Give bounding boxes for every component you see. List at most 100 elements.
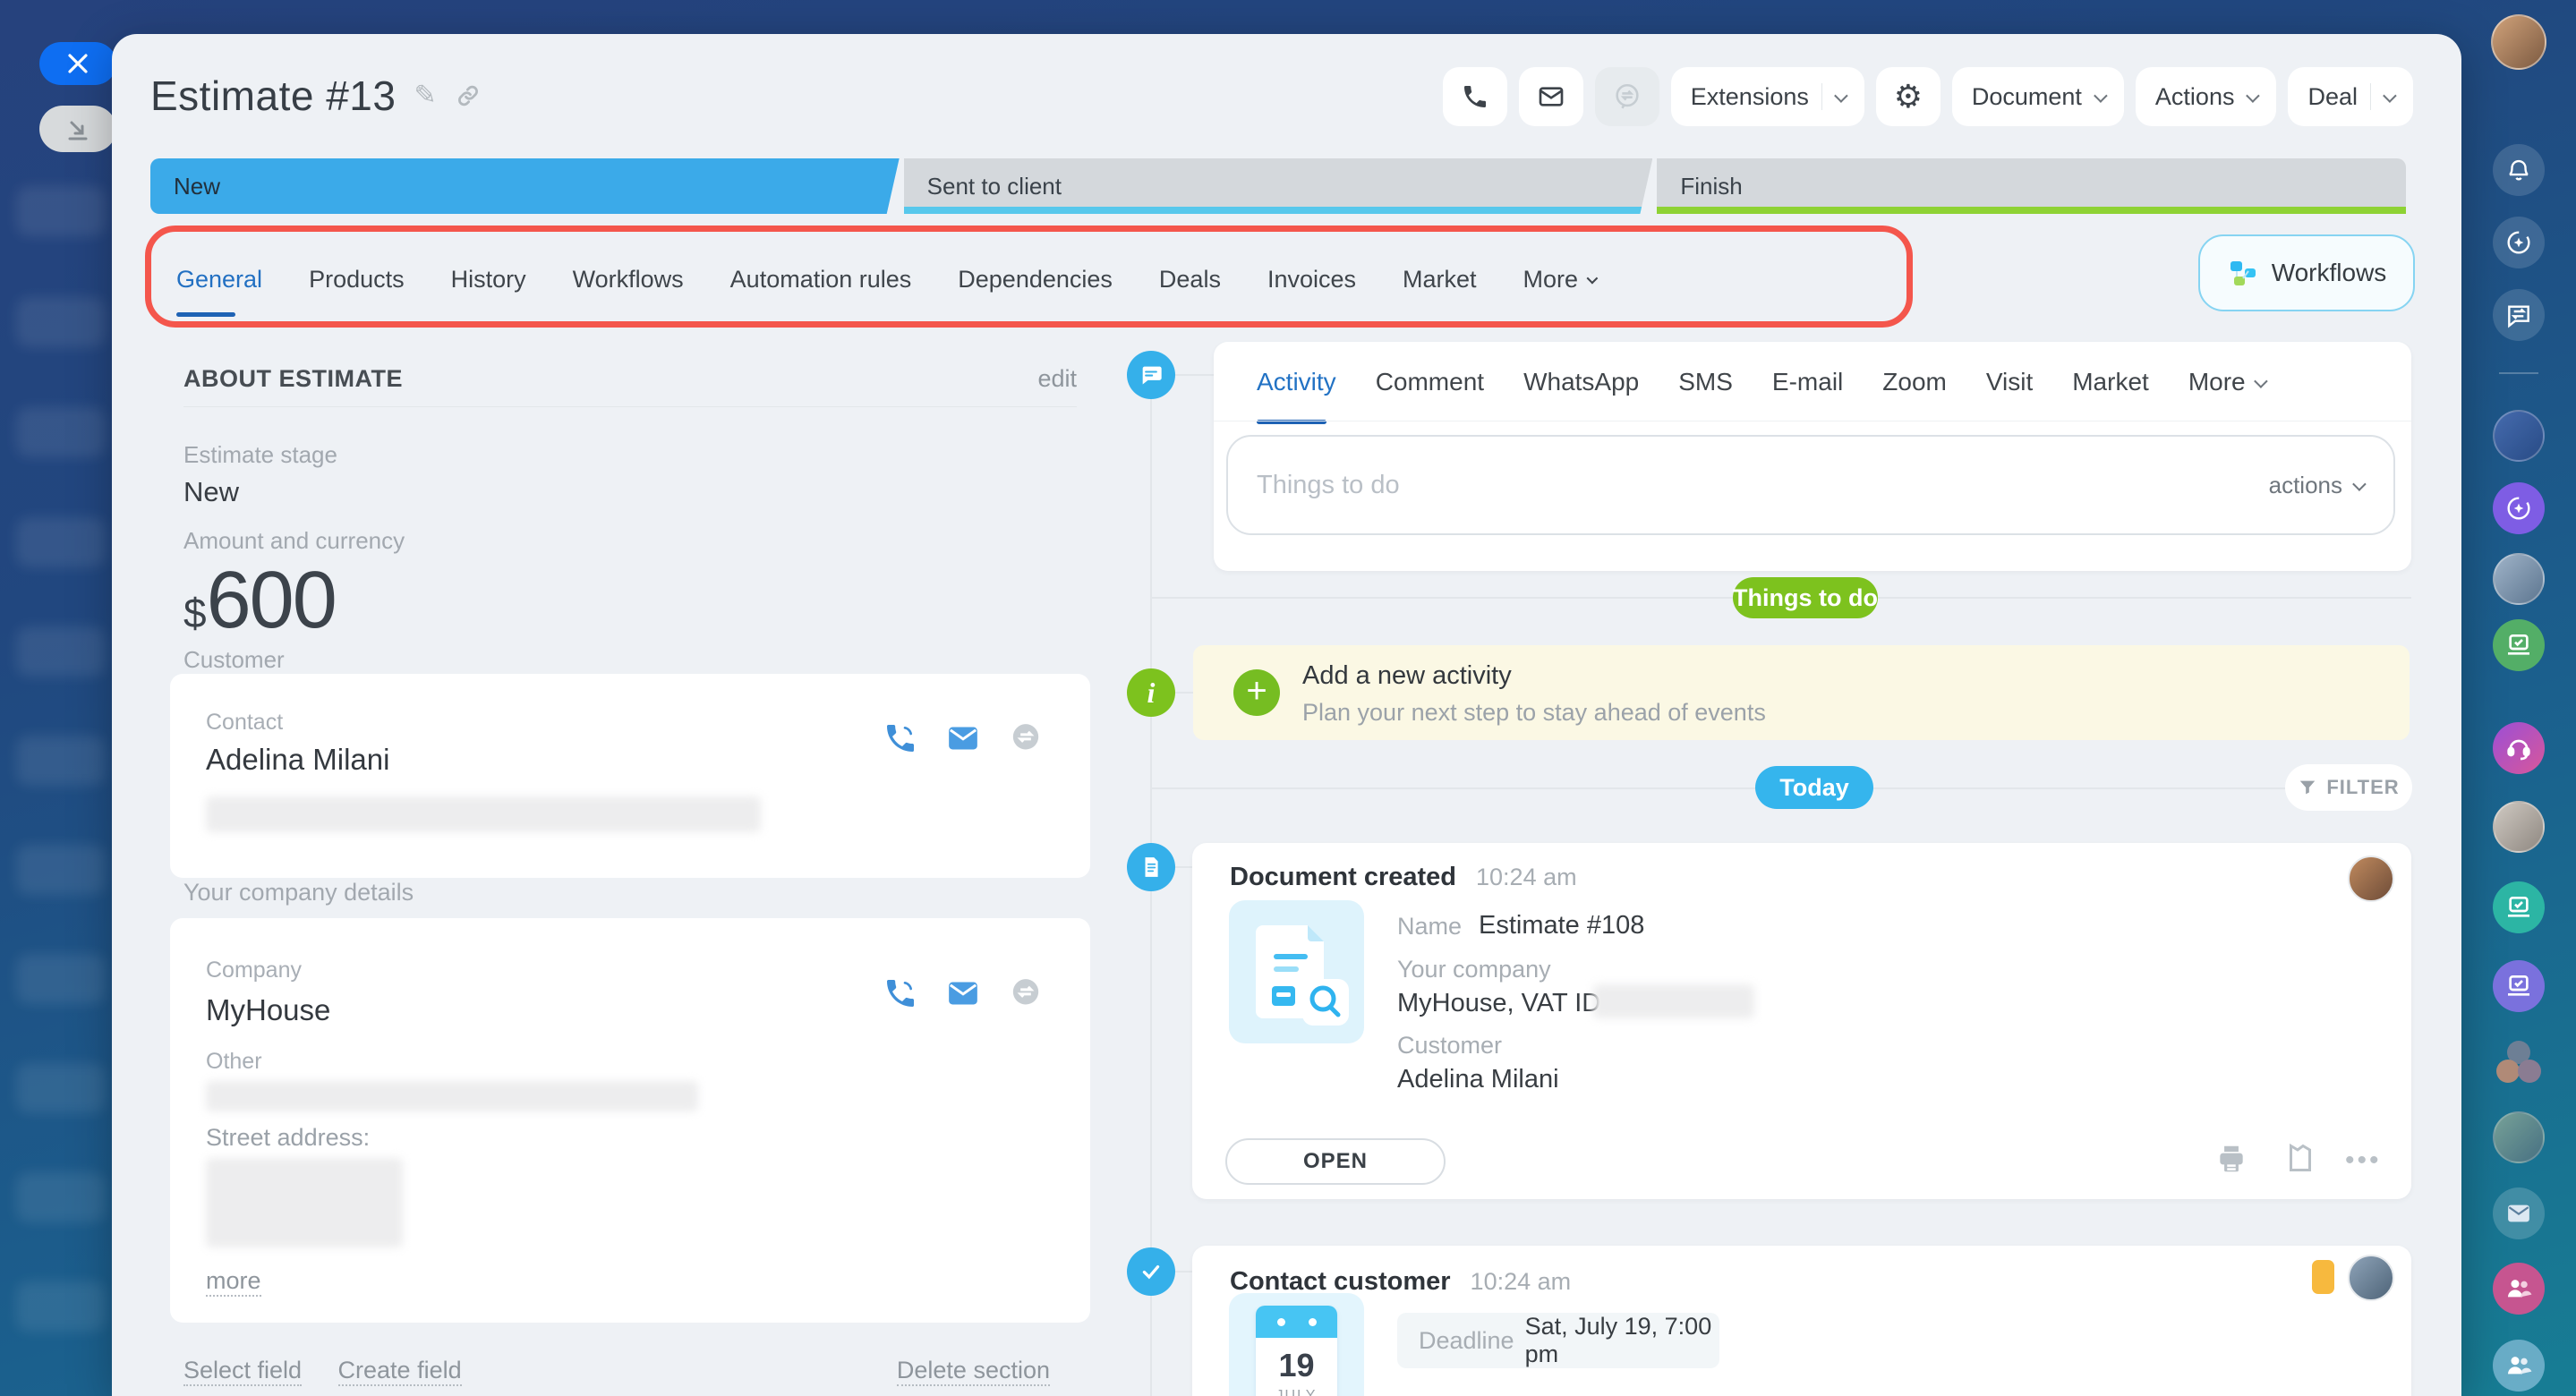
- close-slider-button[interactable]: [39, 42, 116, 85]
- email-company-icon[interactable]: [945, 975, 981, 1011]
- tab-market[interactable]: Market: [1403, 266, 1477, 294]
- calendar-day: 19: [1278, 1347, 1315, 1383]
- bell-icon: [2509, 159, 2529, 181]
- redacted-other-value: [206, 1081, 698, 1111]
- email-button[interactable]: [1518, 67, 1583, 126]
- notifications-button[interactable]: [2493, 144, 2545, 196]
- stage-label: Finish: [1680, 172, 1743, 200]
- deadline-chip: Deadline Sat, July 19, 7:00 pm: [1397, 1313, 1719, 1368]
- people-icon: [2508, 1280, 2532, 1298]
- sidebar-divider: [2499, 372, 2538, 374]
- add-activity-title[interactable]: Add a new activity: [1302, 661, 1512, 691]
- event-title: Document created: [1230, 863, 1457, 891]
- messenger-button[interactable]: [2493, 289, 2545, 341]
- workflows-button-label: Workflows: [2271, 259, 2387, 286]
- print-icon[interactable]: [2214, 1142, 2248, 1176]
- tab-more-stream[interactable]: More: [2188, 368, 2268, 396]
- group-chat-avatar[interactable]: [2493, 1037, 2545, 1089]
- add-activity-banner[interactable]: + Add a new activity Plan your next step…: [1193, 645, 2410, 740]
- chevron-down-icon: [2246, 88, 2261, 103]
- check-icon: [1142, 1264, 1160, 1280]
- call-company-icon[interactable]: [883, 975, 918, 1011]
- mail-channel-button[interactable]: [2493, 1187, 2545, 1239]
- email-contact-icon[interactable]: [945, 720, 981, 756]
- blurred-menu-item: [16, 1172, 106, 1222]
- delete-section-link[interactable]: Delete section: [896, 1357, 1050, 1386]
- composer-actions-dropdown[interactable]: actions: [2269, 437, 2367, 533]
- activity-tabs: Activity Comment WhatsApp SMS E-mail Zoo…: [1257, 362, 2268, 424]
- event-assignee-avatar[interactable]: [2348, 1255, 2394, 1301]
- copilot-button[interactable]: [2493, 217, 2545, 268]
- tab-email[interactable]: E-mail: [1772, 368, 1843, 396]
- select-field-link[interactable]: Select field: [183, 1357, 303, 1386]
- todo-input[interactable]: [1257, 437, 2062, 533]
- user-avatar[interactable]: [2491, 14, 2546, 70]
- tab-deals[interactable]: Deals: [1159, 266, 1221, 294]
- tab-whatsapp[interactable]: WhatsApp: [1523, 368, 1639, 396]
- more-link[interactable]: more: [206, 1267, 261, 1297]
- call-contact-icon[interactable]: [883, 720, 918, 756]
- tab-activity[interactable]: Activity: [1257, 368, 1336, 424]
- more-options-icon[interactable]: •••: [2345, 1145, 2382, 1176]
- chat-contact-icon[interactable]: [1008, 720, 1044, 756]
- tasks-teal-button[interactable]: [2493, 881, 2545, 933]
- copilot-purple-button[interactable]: [2493, 482, 2545, 534]
- document-menu-button[interactable]: Document: [1951, 67, 2124, 126]
- people-pink-button[interactable]: [2493, 1263, 2545, 1315]
- chat-company-icon[interactable]: [1008, 975, 1044, 1011]
- call-button[interactable]: [1442, 67, 1507, 126]
- tasks-green-button[interactable]: [2493, 619, 2545, 671]
- tasks-purple-button[interactable]: [2493, 960, 2545, 1012]
- document-created-card: Document created 10:24 am Name Estimate …: [1192, 843, 2411, 1199]
- customer-label: Customer: [1397, 1032, 1503, 1059]
- tab-visit[interactable]: Visit: [1986, 368, 2033, 396]
- timeline-info-node: i: [1127, 668, 1175, 717]
- stage-finish[interactable]: Finish: [1657, 158, 2407, 214]
- copilot-icon: [2507, 497, 2530, 520]
- extensions-menu-button[interactable]: Extensions: [1670, 67, 1864, 126]
- customer-field-label: Customer: [183, 646, 285, 673]
- amount-value[interactable]: $ 600: [183, 555, 337, 647]
- tab-market-stream[interactable]: Market: [2072, 368, 2149, 396]
- chevron-down-icon: [1586, 272, 1599, 284]
- support-headset-button[interactable]: [2493, 722, 2545, 774]
- tab-invoices[interactable]: Invoices: [1267, 266, 1356, 294]
- contact-avatar[interactable]: [2493, 553, 2545, 605]
- tab-comment[interactable]: Comment: [1376, 368, 1484, 396]
- filter-label: FILTER: [2326, 776, 2400, 798]
- button-divider: [1821, 83, 1822, 110]
- contact-avatar[interactable]: [2493, 1111, 2545, 1163]
- tab-zoom[interactable]: Zoom: [1882, 368, 1947, 396]
- todo-section-badge: Things to do: [1733, 577, 1878, 618]
- chevron-down-icon: [2253, 373, 2268, 388]
- filter-button[interactable]: FILTER: [2285, 764, 2412, 811]
- company-name[interactable]: MyHouse: [206, 993, 330, 1027]
- contact-card[interactable]: Contact Adelina Milani: [170, 674, 1090, 878]
- tab-sms[interactable]: SMS: [1678, 368, 1733, 396]
- assistant-avatar[interactable]: [2493, 801, 2545, 853]
- deal-menu-button[interactable]: Deal: [2288, 67, 2413, 126]
- people-blue-button[interactable]: [2493, 1340, 2545, 1392]
- todo-composer[interactable]: actions: [1226, 435, 2395, 535]
- actions-label: Actions: [2154, 82, 2235, 110]
- document-preview-tile[interactable]: [1229, 900, 1364, 1043]
- note-icon[interactable]: [2284, 1142, 2316, 1174]
- company-card[interactable]: Company MyHouse Other Street address: mo…: [170, 918, 1090, 1323]
- plus-icon[interactable]: +: [1233, 669, 1280, 716]
- edit-section-link[interactable]: edit: [1037, 365, 1077, 393]
- minimize-slider-button[interactable]: [39, 106, 116, 152]
- create-field-link[interactable]: Create field: [337, 1357, 462, 1386]
- mail-icon: [1539, 87, 1564, 106]
- contact-avatar[interactable]: [2493, 410, 2545, 462]
- settings-button[interactable]: ⚙: [1875, 67, 1941, 126]
- laptop-check-icon: [2508, 975, 2529, 996]
- open-document-button[interactable]: OPEN: [1225, 1138, 1446, 1185]
- tab-more[interactable]: More: [1523, 266, 1599, 294]
- workflows-button[interactable]: Workflows: [2198, 234, 2415, 311]
- estimate-detail-panel: Estimate #13 ✎ Extensions ⚙ Document Act…: [112, 34, 2461, 1396]
- chevron-down-icon: [1833, 88, 1848, 103]
- blurred-menu-item: [16, 1281, 106, 1332]
- actions-menu-button[interactable]: Actions: [2135, 67, 2277, 126]
- event-author-avatar[interactable]: [2348, 855, 2394, 902]
- stage-field-value[interactable]: New: [183, 476, 239, 508]
